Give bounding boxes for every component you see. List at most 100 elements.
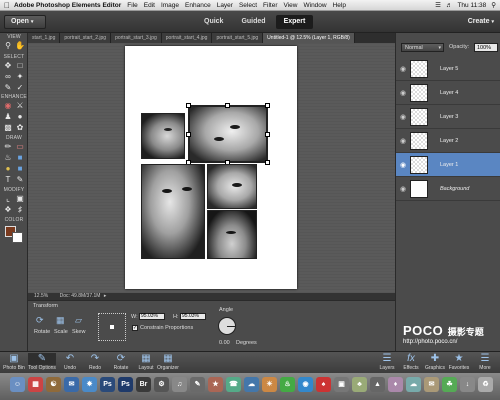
angle-value[interactable]: 0.00 [219,340,230,346]
spotlight-icon[interactable]: ⚲ [491,1,496,9]
app-name-menu[interactable]: Adobe Photoshop Elements Editor [14,2,121,9]
transform-handle[interactable] [186,103,191,108]
crop-icon[interactable]: ⌞ [3,194,13,203]
doc-tab-active[interactable]: Untitled-1 @ 12.5% (Layer 1, RGB/8) [263,33,355,43]
undo-button[interactable]: ↶ Undo [57,353,83,371]
brush-icon[interactable]: ✏ [3,142,13,151]
app-icon[interactable]: ⚙ [154,377,169,392]
zoom-icon[interactable]: ⚲ [3,41,13,50]
visibility-eye-icon[interactable]: ◉ [400,65,406,73]
magic-wand-icon[interactable]: ✦ [15,72,25,81]
clone-stamp-icon[interactable]: ♟ [3,112,13,121]
sponge-icon[interactable]: ▩ [3,123,13,132]
chevron-right-icon[interactable]: ▸ [104,293,107,299]
app-icon[interactable]: ★ [208,377,223,392]
content-move-icon[interactable]: ❖ [3,205,13,214]
transform-handle[interactable] [265,103,270,108]
doc-tab[interactable]: start_1.jpg [28,33,61,43]
visibility-eye-icon[interactable]: ◉ [400,89,406,97]
photo-layer-4[interactable] [207,164,257,209]
app-icon[interactable]: ✉ [424,377,439,392]
bridge-icon[interactable]: Br [136,377,151,392]
trash-icon[interactable]: ♻ [478,377,493,392]
width-input[interactable]: 95.03% [139,313,165,320]
recompose-icon[interactable]: ▣ [15,194,25,203]
doc-tab[interactable]: portrait_start_4.jpg [161,33,213,43]
tab-guided[interactable]: Guided [233,15,273,29]
transform-handle[interactable] [265,160,270,165]
create-button[interactable]: Create ▾ [454,15,494,29]
photo-layer-3[interactable] [141,164,205,259]
menu-layer[interactable]: Layer [217,2,233,9]
app-icon[interactable]: ♣ [352,377,367,392]
background-color-swatch[interactable] [12,232,23,243]
red-eye-icon[interactable]: ◉ [3,101,13,110]
eraser-icon[interactable]: ▭ [15,142,25,151]
menu-help[interactable]: Help [333,2,346,9]
app-icon[interactable]: ♠ [316,377,331,392]
gradient-icon[interactable]: ■ [15,153,25,162]
doc-size-readout[interactable]: Doc: 49.8M/37.1M [60,293,101,299]
rotate-icon[interactable]: ⟳ [36,315,48,325]
reference-point-center[interactable] [110,325,114,329]
shape-icon[interactable]: ● [3,164,13,173]
visibility-eye-icon[interactable]: ◉ [400,185,406,193]
height-input[interactable]: 95.03% [180,313,206,320]
app-icon[interactable]: ▣ [334,377,349,392]
pencil-icon[interactable]: ✎ [15,175,25,184]
straighten-icon[interactable]: ♯ [15,205,25,214]
paint-bucket-icon[interactable]: ♨ [3,153,13,162]
wifi-icon[interactable]: ☰ [435,1,441,9]
skew-button[interactable]: Skew [72,329,85,335]
doc-tab[interactable]: portrait_start_5.jpg [212,33,264,43]
menu-file[interactable]: File [127,2,137,9]
safari-icon[interactable]: ✸ [82,377,97,392]
photo-layer-2[interactable] [141,113,185,159]
downloads-icon[interactable]: ↓ [460,377,475,392]
skew-icon[interactable]: ▱ [75,315,87,325]
visibility-eye-icon[interactable]: ◉ [400,137,406,145]
photoshop-icon[interactable]: Ps [100,377,115,392]
effects-button[interactable]: fx Effects [398,353,424,371]
redo-button[interactable]: ↷ Redo [82,353,108,371]
hand-icon[interactable]: ✋ [15,41,25,50]
transform-handle[interactable] [225,103,230,108]
reference-point-locator[interactable] [98,313,126,341]
rectangle-icon[interactable]: ■ [15,164,25,173]
layer-row-3[interactable]: ◉ Layer 3 [396,105,500,129]
photoshop-elements-icon[interactable]: Ps [118,377,133,392]
rotate-toolbar-button[interactable]: ⟳ Rotate [108,353,134,371]
app-icon[interactable]: ✎ [190,377,205,392]
finder-icon[interactable]: ☺ [10,377,25,392]
menu-window[interactable]: Window [303,2,326,9]
visibility-eye-icon[interactable]: ◉ [400,161,406,169]
scale-icon[interactable]: ▦ [56,315,68,325]
tool-options-button[interactable]: ✎ Tool Options [28,353,56,371]
type-icon[interactable]: T [3,175,13,184]
lasso-icon[interactable]: ∞ [3,72,13,81]
zoom-readout[interactable]: 12.5% [34,293,48,299]
layer-row-background[interactable]: ◉ Background [396,177,500,201]
move-icon[interactable]: ✥ [3,61,13,70]
marquee-icon[interactable]: □ [15,61,25,70]
transform-handle[interactable] [265,132,270,137]
app-icon[interactable]: ♫ [172,377,187,392]
blur-icon[interactable]: ● [15,112,25,121]
graphics-button[interactable]: ✚ Graphics [422,353,448,371]
open-button[interactable]: Open ▾ [4,15,46,29]
more-button[interactable]: ☰ More [472,353,498,371]
photo-layer-5[interactable] [207,210,257,259]
opacity-input[interactable]: 100% [474,43,498,52]
app-icon[interactable]: ♨ [280,377,295,392]
layer-row-4[interactable]: ◉ Layer 4 [396,81,500,105]
menu-select[interactable]: Select [239,2,257,9]
app-icon[interactable]: ☁ [406,377,421,392]
scale-button[interactable]: Scale [54,329,68,335]
app-icon[interactable]: ☁ [244,377,259,392]
menu-enhance[interactable]: Enhance [185,2,211,9]
app-icon[interactable]: ◉ [298,377,313,392]
app-icon[interactable]: ☎ [226,377,241,392]
layer-row-2[interactable]: ◉ Layer 2 [396,129,500,153]
menu-view[interactable]: View [284,2,298,9]
smart-brush-icon[interactable]: ✿ [15,123,25,132]
